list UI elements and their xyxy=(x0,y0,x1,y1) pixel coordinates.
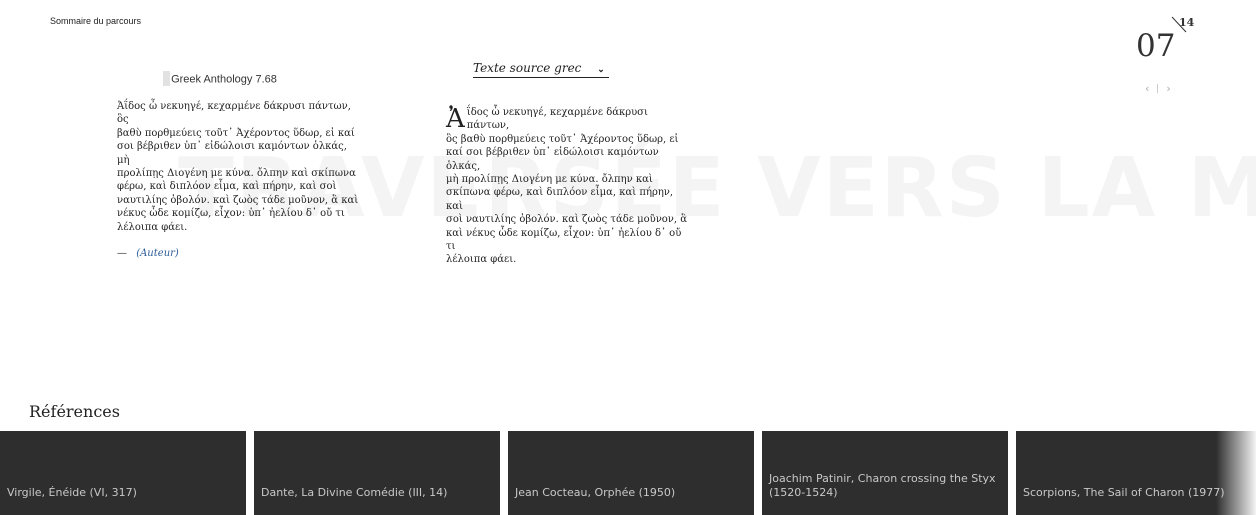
next-arrow-icon[interactable]: › xyxy=(1166,82,1170,95)
text-line: λέλοιπα φάει. xyxy=(446,254,517,266)
reference-card-label: Dante, La Divine Comédie (III, 14) xyxy=(261,486,448,499)
passage-title-row: Greek Anthology 7.68 xyxy=(163,71,359,87)
chevron-down-icon: ⌄ xyxy=(597,65,605,75)
carousel-fade xyxy=(1216,431,1256,515)
reference-card[interactable]: Jean Cocteau, Orphée (1950) xyxy=(508,431,754,515)
translation-text: Ἀΐδος ὦ νεκυηγέ, κεχαρμένε δάκρυσι πάντω… xyxy=(117,100,359,234)
text-line: καί σοι βέβριθεν ὑπ᾽ εἰδώλοισι καμόντων … xyxy=(446,147,659,172)
reference-card-label: Virgile, Énéide (VI, 317) xyxy=(7,486,137,499)
source-text-selector[interactable]: Texte source grec ⌄ xyxy=(473,61,609,78)
text-line: σοι βέβριθεν ὑπ᾽ εἰδώλοισι καμόντων ὁλκά… xyxy=(117,141,347,166)
references-heading: Références xyxy=(29,402,120,421)
text-line: φέρω, καὶ διπλόον εἷμα, καὶ πήρην, καὶ σ… xyxy=(117,181,337,193)
prev-arrow-icon[interactable]: ‹ xyxy=(1145,82,1149,95)
author-row: — (Auteur) xyxy=(117,248,359,259)
text-line: ὃς βαθὺ πορθμεύεις τοῦτ᾽ Ἀχέροντος ὕδωρ,… xyxy=(446,133,679,145)
counter-total: 14 xyxy=(1179,16,1195,29)
text-line: λέλοιπα φάει. xyxy=(117,221,188,233)
text-line: νέκυς ὧδε κομίζω, εἶχον: ὑπ᾽ ἠελίου δ᾽ ο… xyxy=(117,208,345,220)
reference-card-label: Joachim Patinir, Charon crossing the Sty… xyxy=(769,472,996,499)
text-line: βαθὺ πορθμεύεις τοῦτ᾽ Ἀχέροντος ὕδωρ, εἰ… xyxy=(117,127,355,139)
summary-link[interactable]: Sommaire du parcours xyxy=(50,16,141,26)
text-line: Ἀΐδος ὦ νεκυηγέ, κεχαρμένε δάκρυσι πάντω… xyxy=(117,101,351,126)
text-line: καὶ νέκυς ὧδε κομίζω, εἶχον: ὑπ᾽ ἠελίου … xyxy=(446,227,682,253)
references-carousel: Virgile, Énéide (VI, 317) Dante, La Divi… xyxy=(0,431,1256,515)
passage-title: Greek Anthology 7.68 xyxy=(171,73,277,86)
pager: ‹ › xyxy=(1145,82,1171,95)
drop-cap: Ἀ xyxy=(446,104,465,134)
reference-card-label: Jean Cocteau, Orphée (1950) xyxy=(515,486,676,499)
text-line: σκίπωνα φέρω, καὶ διπλόον εἷμα, καὶ πήρη… xyxy=(446,187,674,212)
source-text: Ἀ ΐδος ὦ νεκυηγέ, κεχαρμένε δάκρυσι πάντ… xyxy=(446,106,690,267)
reference-card[interactable]: Dante, La Divine Comédie (III, 14) xyxy=(254,431,500,515)
reference-card[interactable]: Joachim Patinir, Charon crossing the Sty… xyxy=(762,431,1008,515)
title-highlight xyxy=(163,71,170,86)
text-line: ναυτιλίης ὀβολόν. καὶ ζωὸς τάδε μοῦνον, … xyxy=(117,194,359,206)
page: Sommaire du parcours TRAVERSÉE VERS LA M… xyxy=(0,0,1256,515)
text-line: προλίπῃς Διογένη με κύνα. ὄλπην καὶ σκίπ… xyxy=(117,168,356,180)
text-line: μὴ προλίπῃς Διογένη με κύνα. ὄλπην καὶ xyxy=(446,174,653,186)
author-dash: — xyxy=(117,248,127,260)
author-link[interactable]: (Auteur) xyxy=(136,248,179,259)
text-line: ΐδος ὦ νεκυηγέ, κεχαρμένε δάκρυσι πάντων… xyxy=(466,107,648,132)
translation-column: Greek Anthology 7.68 Ἀΐδος ὦ νεκυηγέ, κε… xyxy=(117,71,359,259)
slide-counter: 07 14 xyxy=(1134,14,1204,74)
pager-divider xyxy=(1157,84,1159,93)
text-line: σοὶ ναυτιλίης ὀβολόν. καὶ ζωὸς τάδε μοῦν… xyxy=(446,214,687,226)
reference-card[interactable]: Virgile, Énéide (VI, 317) xyxy=(0,431,246,515)
selector-label: Texte source grec xyxy=(473,61,582,75)
